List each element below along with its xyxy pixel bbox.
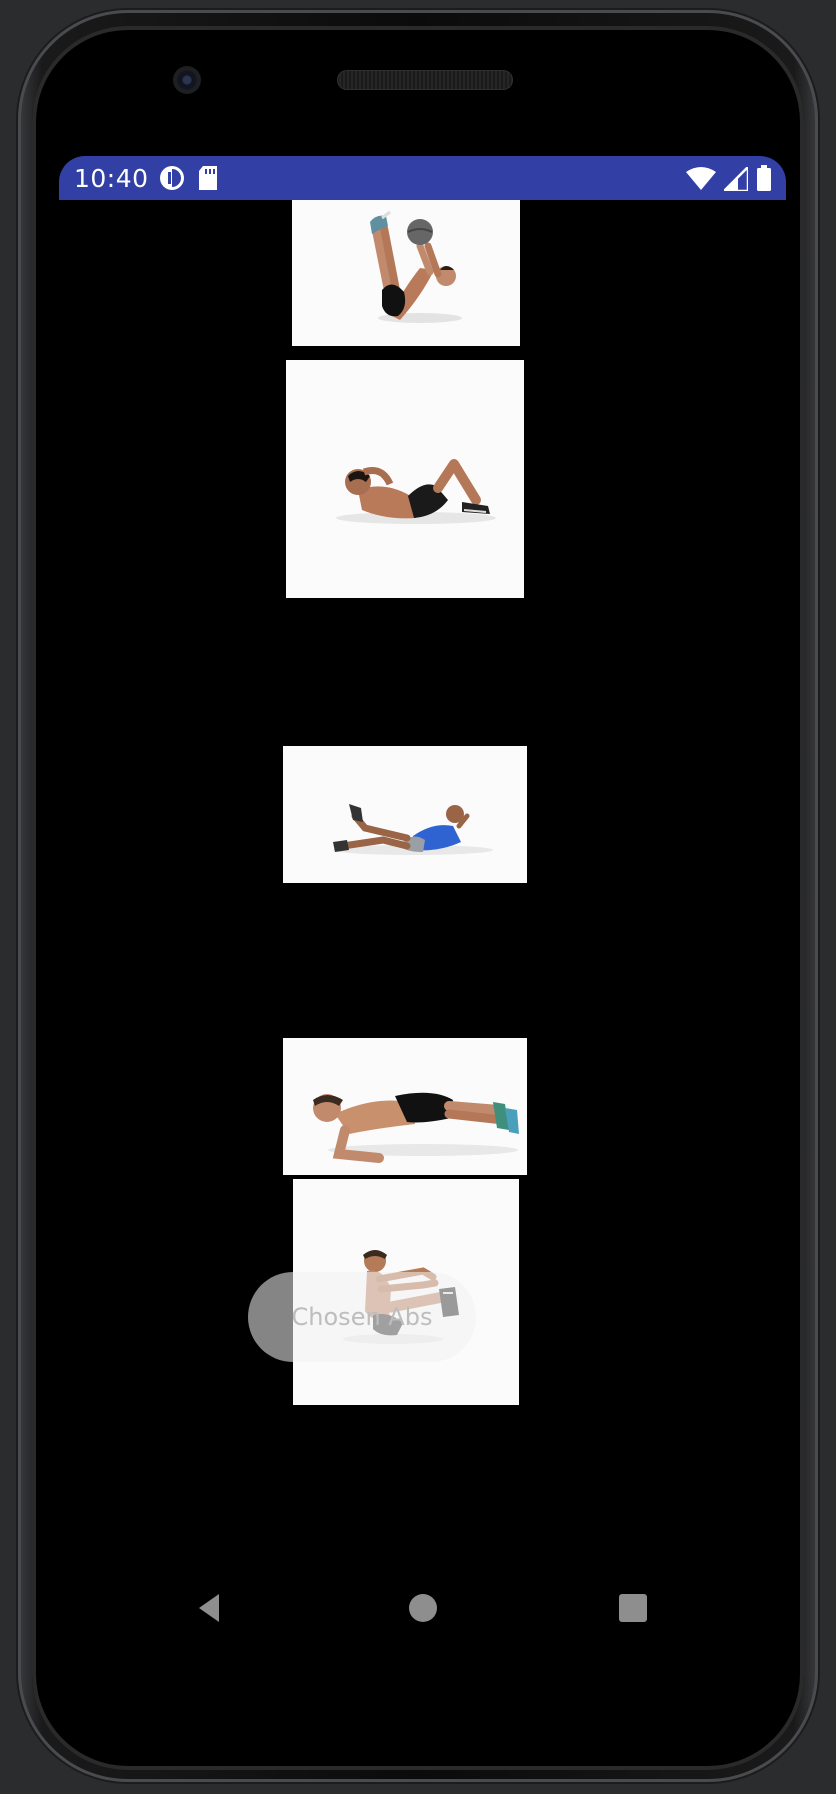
back-triangle-icon[interactable]	[189, 1586, 233, 1630]
status-time: 10:40	[74, 164, 149, 193]
recents-square-icon[interactable]	[611, 1586, 655, 1630]
exercise-card-crunch[interactable]	[286, 360, 524, 598]
earpiece-speaker	[337, 70, 513, 90]
status-bar: 10:40	[59, 156, 786, 200]
data-saver-icon	[160, 166, 184, 190]
cellular-signal-icon	[724, 167, 748, 191]
home-circle-icon[interactable]	[401, 1586, 445, 1630]
toast-message: Chosen Abs	[248, 1272, 476, 1362]
bicycle-crunch-image	[283, 746, 527, 883]
crunch-image	[286, 360, 524, 598]
device-screen: 10:40	[59, 156, 786, 1624]
exercise-card-forearm-plank[interactable]	[283, 1038, 527, 1175]
forearm-plank-image	[283, 1038, 527, 1175]
sd-card-icon	[199, 166, 217, 190]
front-camera-icon	[173, 66, 201, 94]
exercise-card-medicine-ball-toe-touch[interactable]	[292, 200, 520, 346]
battery-icon	[757, 165, 771, 191]
exercise-list[interactable]	[59, 200, 786, 1624]
navigation-bar	[59, 1560, 786, 1656]
medicine-ball-toe-touch-image	[292, 200, 520, 346]
wifi-icon	[686, 167, 716, 190]
exercise-card-bicycle-crunch[interactable]	[283, 746, 527, 883]
